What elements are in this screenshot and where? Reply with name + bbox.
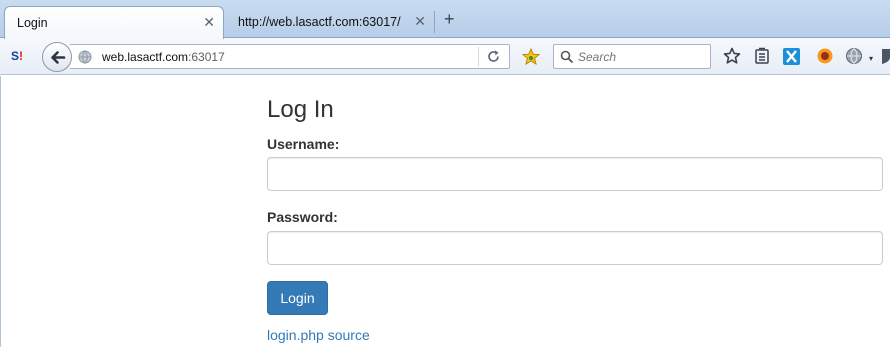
reading-list-icon[interactable] <box>754 47 770 65</box>
tab-label: Login <box>17 16 48 30</box>
addon-s-letter: S <box>11 49 20 63</box>
url-bar[interactable]: web.lasactf.com:63017 <box>70 44 510 69</box>
close-tab-icon[interactable]: ✕ <box>414 14 426 28</box>
new-tab-button[interactable]: + <box>444 10 455 28</box>
username-label: Username: <box>267 136 340 152</box>
globe-menu-icon[interactable] <box>845 47 863 65</box>
tab-login[interactable]: Login ✕ <box>4 6 224 39</box>
chevron-down-icon[interactable]: ▾ <box>869 54 873 63</box>
username-field[interactable] <box>267 157 883 191</box>
yellow-star-icon[interactable] <box>522 48 540 65</box>
tab-label: http://web.lasactf.com:63017/ <box>238 15 401 29</box>
url-port: :63017 <box>188 50 225 64</box>
password-label: Password: <box>267 209 338 225</box>
tab-strip: Login ✕ http://web.lasactf.com:63017/ ✕ … <box>0 0 890 39</box>
globe-icon <box>78 50 92 64</box>
addon-bang: ! <box>19 49 24 63</box>
search-input[interactable] <box>578 46 708 67</box>
search-icon <box>560 50 574 64</box>
page-content: Log In Username: Password: Login login.p… <box>0 76 890 347</box>
addon-s-icon[interactable]: S! <box>11 49 31 65</box>
close-tab-icon[interactable]: ✕ <box>203 15 215 29</box>
search-bar[interactable] <box>553 44 711 69</box>
tab-url[interactable]: http://web.lasactf.com:63017/ ✕ <box>226 6 434 38</box>
bookmark-star-icon[interactable] <box>723 47 741 65</box>
blue-x-icon[interactable] <box>783 48 800 65</box>
shield-icon[interactable] <box>882 47 890 65</box>
orange-addon-icon[interactable] <box>816 47 834 65</box>
reload-icon[interactable] <box>486 49 501 64</box>
url-separator <box>478 47 479 66</box>
tab-separator <box>434 11 435 33</box>
password-field[interactable] <box>267 231 883 265</box>
login-source-link[interactable]: login.php source <box>267 327 370 343</box>
login-button[interactable]: Login <box>267 281 328 315</box>
page-title: Log In <box>267 96 334 123</box>
browser-window: Login ✕ http://web.lasactf.com:63017/ ✕ … <box>0 0 890 347</box>
url-text[interactable]: web.lasactf.com:63017 <box>102 50 225 64</box>
url-host: web.lasactf.com <box>102 50 189 64</box>
navigation-toolbar: S! web.lasactf.com:63017 Search ▾ <box>0 38 890 75</box>
back-arrow-icon <box>51 51 66 64</box>
back-button[interactable] <box>42 42 72 72</box>
